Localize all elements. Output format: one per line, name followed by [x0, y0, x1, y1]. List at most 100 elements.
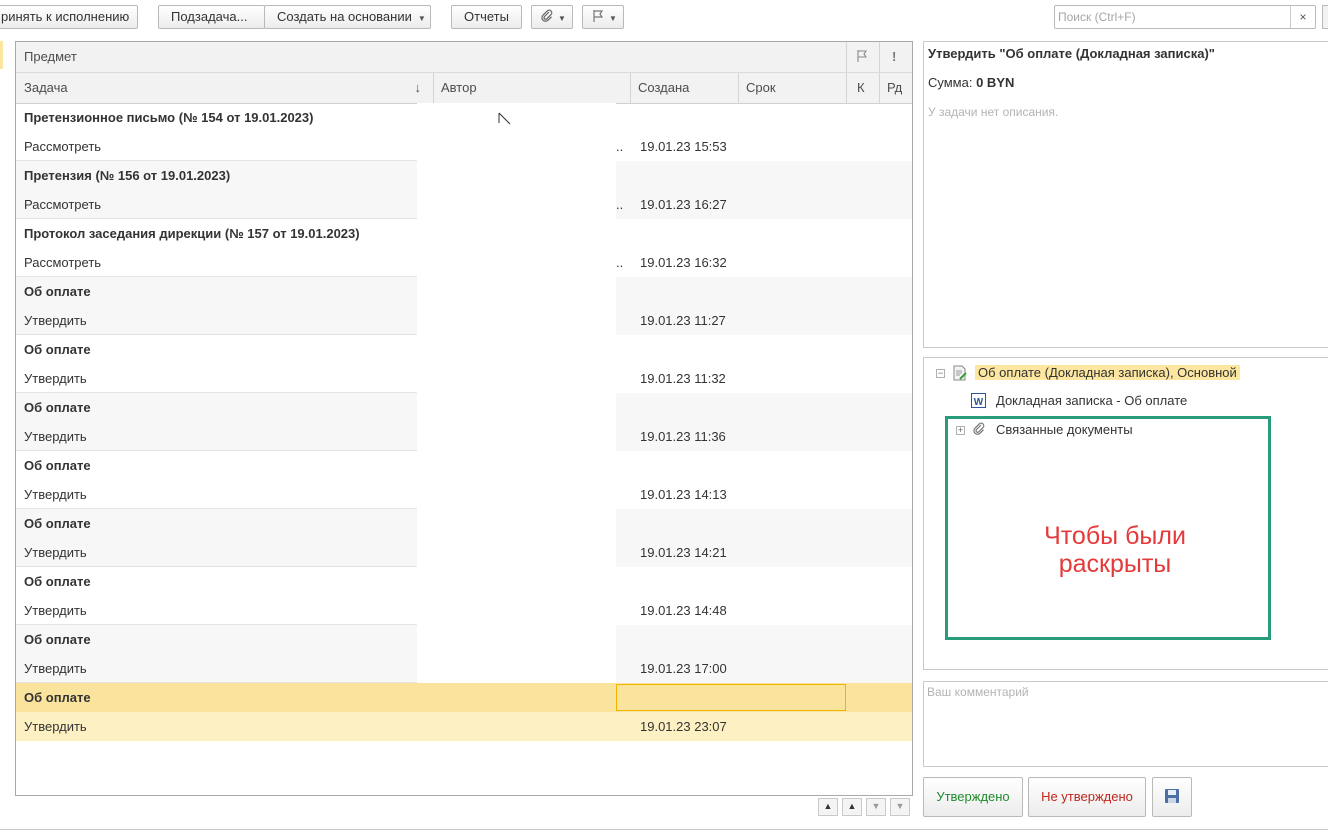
- row-subject: Об оплате: [24, 516, 91, 531]
- toolbar-overflow-button[interactable]: [1322, 5, 1328, 29]
- table-column-header: Задача ↓ Автор Создана Срок К Рд: [16, 73, 912, 104]
- column-header-flag[interactable]: [846, 42, 879, 72]
- table-group-row[interactable]: Об оплате: [16, 451, 912, 480]
- row-task: Утвердить: [24, 313, 87, 328]
- table-group-row[interactable]: Протокол заседания дирекции (№ 157 от 19…: [16, 219, 912, 248]
- row-subject: Об оплате: [24, 400, 91, 415]
- row-created: 19.01.23 11:27: [640, 313, 726, 328]
- row-author: [616, 712, 624, 741]
- column-header-subject[interactable]: Предмет: [16, 42, 846, 72]
- table-row[interactable]: Утвердить 19.01.23 11:32: [16, 364, 912, 393]
- table-row[interactable]: Рассмотреть.. 19.01.23 15:53: [16, 132, 912, 161]
- subtask-button[interactable]: Подзадача...: [158, 5, 265, 29]
- row-author: ..: [616, 255, 624, 270]
- table-row[interactable]: Утвердить 19.01.23 23:07: [16, 712, 912, 741]
- row-created: 19.01.23 16:27: [640, 197, 727, 212]
- sort-descending-icon: ↓: [414, 80, 422, 95]
- row-created: 19.01.23 11:32: [640, 371, 726, 386]
- attach-button[interactable]: ▼: [531, 5, 573, 29]
- accept-for-execution-button[interactable]: ринять к исполнению: [0, 5, 138, 29]
- table-group-row[interactable]: Претензионное письмо (№ 154 от 19.01.202…: [16, 103, 912, 132]
- row-created: 19.01.23 23:07: [640, 719, 727, 734]
- row-author: [616, 538, 624, 567]
- table-group-row[interactable]: Об оплате: [16, 625, 912, 654]
- row-subject: Об оплате: [24, 632, 91, 647]
- column-header-author[interactable]: Автор: [433, 73, 630, 103]
- annotation-line-2: раскрыты: [1058, 550, 1172, 578]
- flag-icon: [857, 50, 868, 62]
- table-group-row[interactable]: Об оплате: [16, 567, 912, 596]
- scroll-down-button[interactable]: ▼: [866, 798, 886, 816]
- selected-cell-frame: [616, 684, 846, 711]
- row-author: [616, 596, 624, 625]
- row-task: Утвердить: [24, 719, 87, 734]
- importance-icon[interactable]: !: [879, 42, 912, 72]
- table-group-row[interactable]: Об оплате: [16, 393, 912, 422]
- table-group-row[interactable]: Претензия (№ 156 от 19.01.2023): [16, 161, 912, 190]
- tree-root-node[interactable]: Об оплате (Докладная записка), Основной: [975, 361, 1240, 385]
- subtask-button-label: Подзадача...: [171, 9, 248, 24]
- table-group-row[interactable]: Об оплате: [16, 277, 912, 306]
- task-description: У задачи нет описания.: [928, 105, 1059, 119]
- column-header-task-label: Задача: [24, 80, 68, 95]
- table-row[interactable]: Утвердить 19.01.23 14:13: [16, 480, 912, 509]
- table-row[interactable]: Утвердить 19.01.23 11:36: [16, 422, 912, 451]
- task-list-table[interactable]: Предмет ! Задача ↓ Автор Создана Срок К Р…: [15, 41, 913, 796]
- flag-button[interactable]: ▼: [582, 5, 624, 29]
- row-created: 19.01.23 14:21: [640, 545, 727, 560]
- row-created: 19.01.23 17:00: [640, 661, 727, 676]
- row-author: [616, 422, 624, 451]
- column-header-k[interactable]: К: [846, 73, 879, 103]
- table-row[interactable]: Утвердить 19.01.23 11:27: [16, 306, 912, 335]
- dropdown-arrow-icon: ▼: [558, 14, 566, 23]
- tree-root-label: Об оплате (Докладная записка), Основной: [975, 365, 1240, 380]
- dropdown-arrow-icon: ▼: [609, 14, 617, 23]
- row-task: Утвердить: [24, 545, 87, 560]
- row-task: Рассмотреть: [24, 197, 102, 212]
- table-group-row[interactable]: Об оплате: [16, 509, 912, 538]
- column-header-task[interactable]: Задача ↓: [16, 73, 433, 103]
- table-row[interactable]: Утвердить 19.01.23 17:00: [16, 654, 912, 683]
- table-row[interactable]: Утвердить 19.01.23 14:21: [16, 538, 912, 567]
- column-header-created[interactable]: Создана: [630, 73, 738, 103]
- reports-button[interactable]: Отчеты: [451, 5, 522, 29]
- row-author: ..: [616, 197, 624, 212]
- create-based-on-button[interactable]: Создать на основании ▼: [264, 5, 431, 29]
- reject-button[interactable]: Не утверждено: [1028, 777, 1146, 817]
- table-row[interactable]: Рассмотреть.. 19.01.23 16:27: [16, 190, 912, 219]
- status-bar-divider: [0, 829, 1328, 830]
- scroll-to-bottom-button[interactable]: ▼: [890, 798, 910, 816]
- row-author: [616, 480, 624, 509]
- approve-button[interactable]: Утверждено: [923, 777, 1023, 817]
- scroll-to-top-button[interactable]: ▲: [818, 798, 838, 816]
- create-based-label: Создать на основании: [277, 9, 412, 24]
- comment-field[interactable]: Ваш комментарий: [923, 681, 1328, 767]
- flag-icon: [593, 10, 604, 22]
- row-task: Рассмотреть: [24, 255, 102, 270]
- row-created: 19.01.23 14:13: [640, 487, 727, 502]
- table-row[interactable]: Рассмотреть.. 19.01.23 16:32: [16, 248, 912, 277]
- column-header-due[interactable]: Срок: [738, 73, 846, 103]
- save-button[interactable]: [1152, 777, 1192, 817]
- comment-placeholder: Ваш комментарий: [927, 685, 1029, 699]
- table-row[interactable]: Утвердить 19.01.23 14:48: [16, 596, 912, 625]
- annotation-line-1: Чтобы были: [1044, 522, 1186, 550]
- scroll-up-button[interactable]: ▲: [842, 798, 862, 816]
- search-field[interactable]: Поиск (Ctrl+F) ×: [1054, 5, 1316, 29]
- tree-doc-node[interactable]: Докладная записка - Об оплате: [996, 389, 1187, 413]
- row-subject: Об оплате: [24, 458, 91, 473]
- column-header-rd[interactable]: Рд: [879, 73, 912, 103]
- row-subject: Об оплате: [24, 284, 91, 299]
- left-panel-edge: [0, 41, 3, 69]
- accept-button-label: ринять к исполнению: [1, 9, 130, 24]
- row-subject: Об оплате: [24, 690, 91, 705]
- row-subject: Об оплате: [24, 342, 91, 357]
- word-document-icon: W: [971, 393, 986, 408]
- row-author: [616, 654, 624, 683]
- search-clear-button[interactable]: ×: [1290, 6, 1315, 28]
- row-task: Утвердить: [24, 603, 87, 618]
- table-group-row[interactable]: Об оплате: [16, 335, 912, 364]
- collapse-toggle-icon[interactable]: −: [936, 369, 945, 378]
- table-group-header: Предмет !: [16, 42, 912, 73]
- row-author: [616, 306, 624, 335]
